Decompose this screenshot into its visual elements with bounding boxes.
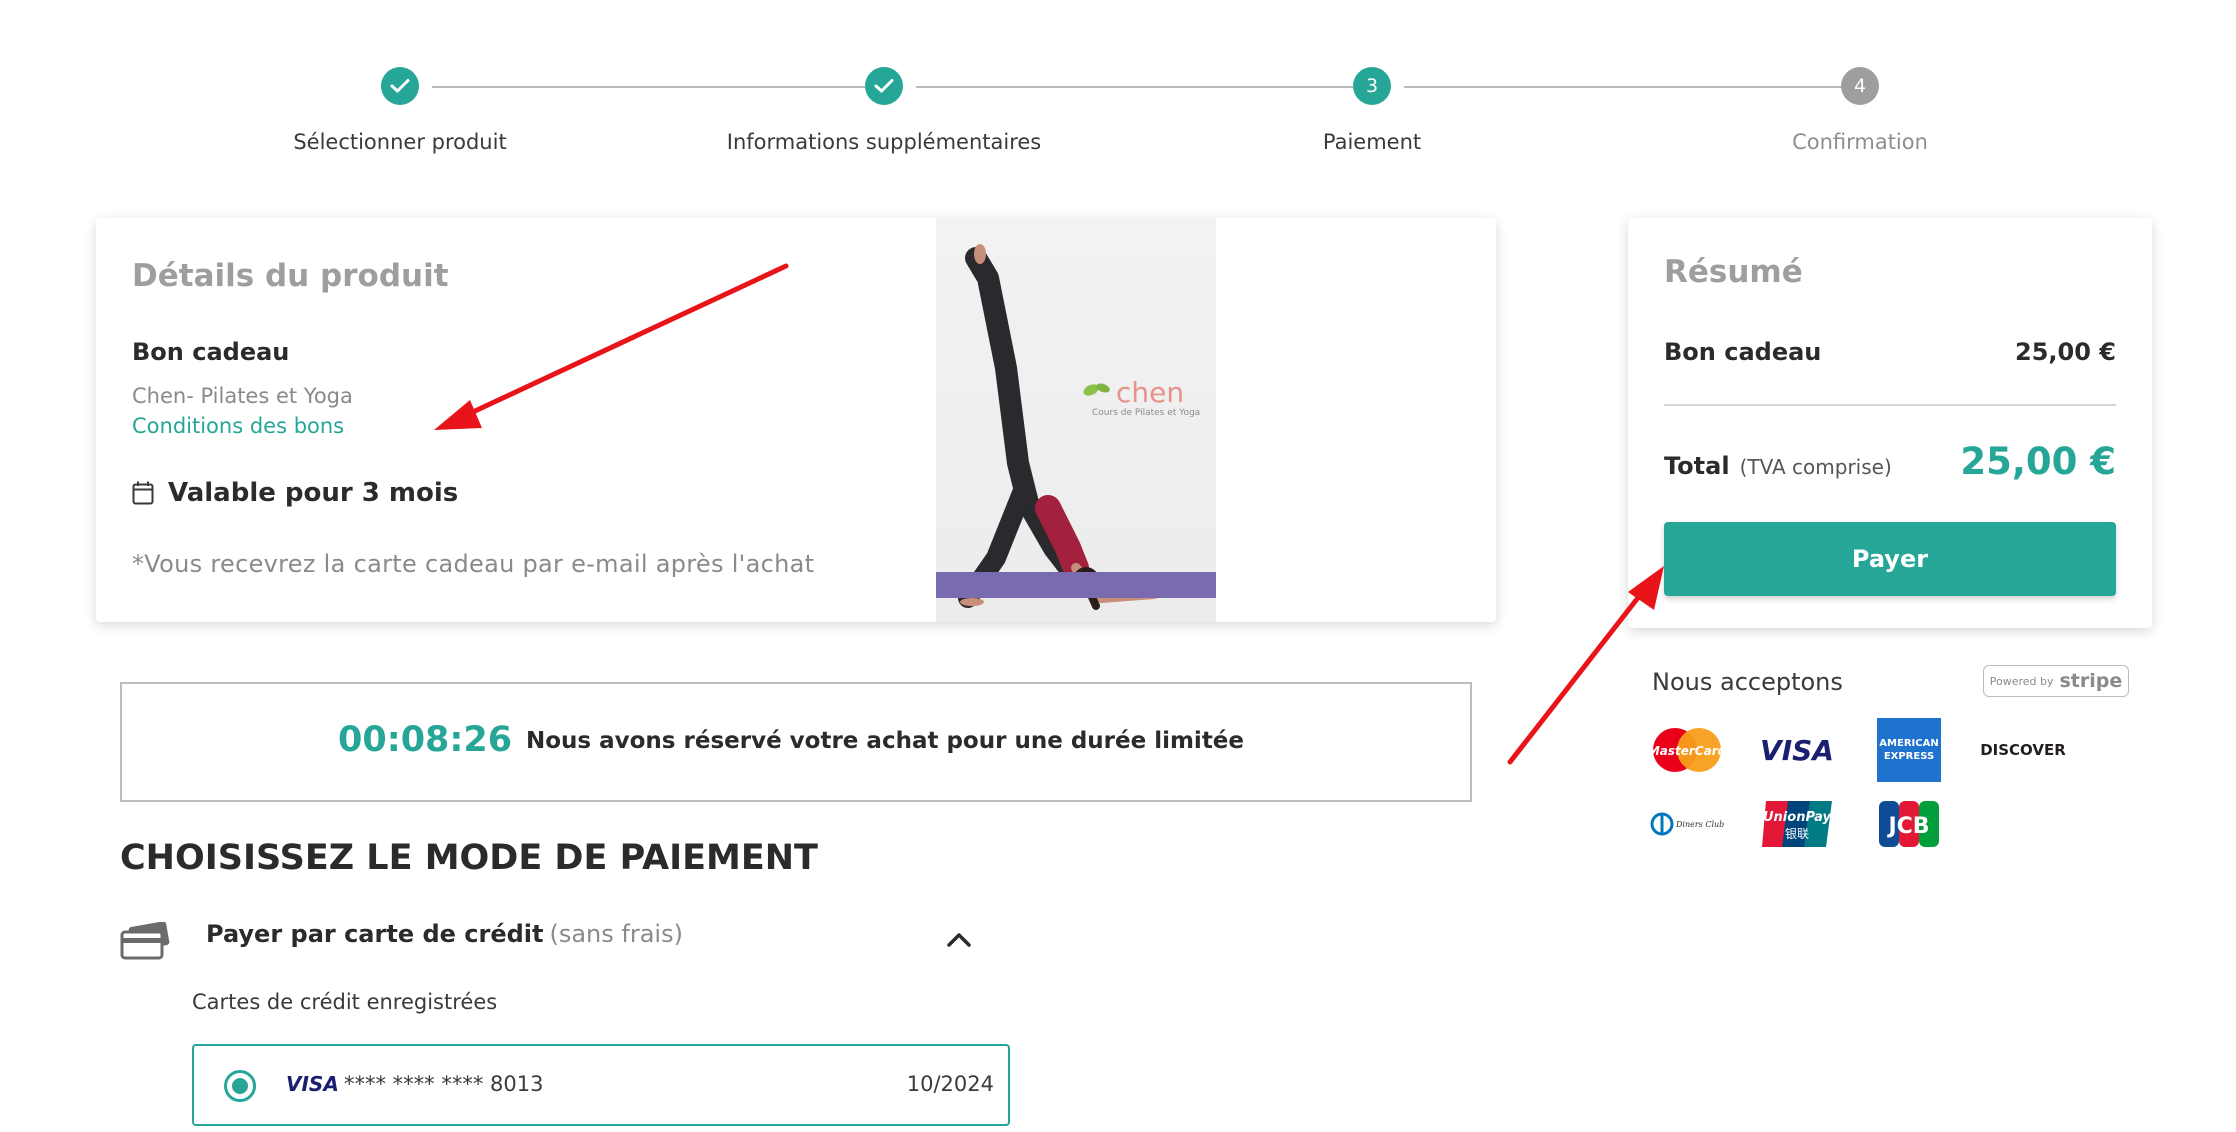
discover-logo-text: DISCOVER <box>1980 741 2066 759</box>
yoga-mat <box>936 572 1216 598</box>
jcb-logo-text: JCB <box>1886 814 1929 839</box>
step-connector <box>1404 86 1842 88</box>
product-details-title: Détails du produit <box>132 258 449 294</box>
product-details-card: Détails du produit Bon cadeau Chen- Pila… <box>96 218 1496 622</box>
validity-text: Valable pour 3 mois <box>168 478 459 508</box>
summary-card: Résumé Bon cadeau 25,00 € Total (TVA comp… <box>1628 218 2152 628</box>
saved-card-brand: VISA <box>286 1072 339 1096</box>
amex-logo-text-top: AMERICAN <box>1879 738 1938 749</box>
saved-cards-label: Cartes de crédit enregistrées <box>192 990 498 1014</box>
step-3-label: Paiement <box>1322 130 1422 154</box>
credit-card-method-label: Payer par carte de crédit (sans frais) <box>206 920 683 948</box>
step-2-label: Informations supplémentaires <box>726 130 1042 154</box>
summary-item-price: 25,00 € <box>2015 338 2116 366</box>
saved-card-number: **** **** **** 8013 <box>344 1072 544 1096</box>
amex-logo-text-bottom: EXPRESS <box>1884 751 1934 762</box>
step-1-label: Sélectionner produit <box>293 130 507 154</box>
validity-row: Valable pour 3 mois <box>132 478 458 508</box>
product-note: *Vous recevrez la carte cadeau par e-mai… <box>132 550 815 578</box>
step-4-label: Confirmation <box>1792 130 1928 154</box>
summary-item-name: Bon cadeau <box>1664 338 1822 366</box>
unionpay-logo-text: UnionPay <box>1763 810 1832 825</box>
tax-note: (TVA comprise) <box>1739 455 1892 479</box>
summary-divider <box>1664 404 2116 406</box>
product-organization: Chen- Pilates et Yoga <box>132 384 353 408</box>
image-brand-subtitle: Cours de Pilates et Yoga <box>1092 408 1201 418</box>
step-2-check-icon <box>865 67 903 105</box>
step-3-number: 3 <box>1353 67 1391 105</box>
pay-button[interactable]: Payer <box>1664 522 2116 596</box>
product-image: chen Cours de Pilates et Yoga <box>936 218 1216 622</box>
saved-card-radio[interactable] <box>224 1070 256 1102</box>
discover-logo: DISCOVER <box>1978 718 2068 782</box>
method-name: Payer par carte de crédit <box>206 920 544 948</box>
countdown-timer: 00:08:26 <box>338 720 513 760</box>
mastercard-logo-text: MasterCard <box>1650 744 1724 758</box>
step-connector <box>432 86 870 88</box>
total-amount: 25,00 € <box>1960 440 2116 483</box>
product-name: Bon cadeau <box>132 338 290 366</box>
saved-card-option[interactable]: VISA **** **** **** 8013 10/2024 <box>192 1044 1010 1126</box>
checkout-stepper: 3 4 Sélectionner produit Informations su… <box>0 0 2236 180</box>
stripe-logo-text: stripe <box>2059 670 2123 692</box>
accepted-cards-label: Nous acceptons <box>1652 668 1843 696</box>
visa-logo: VISA <box>1760 718 1834 782</box>
credit-card-icon <box>120 922 170 960</box>
step-connector <box>916 86 1354 88</box>
jcb-logo: JCB <box>1872 792 1946 856</box>
summary-item-row: Bon cadeau 25,00 € <box>1664 338 2116 366</box>
visa-logo-text: VISA <box>1760 733 1834 767</box>
payment-method-heading: CHOISISSEZ LE MODE DE PAIEMENT <box>120 838 818 878</box>
powered-by-stripe-badge[interactable]: Powered by stripe <box>1983 665 2129 697</box>
yoga-figure-illustration <box>958 244 1159 610</box>
reservation-timer-box: 00:08:26 Nous avons réservé votre achat … <box>120 682 1472 802</box>
diners-logo-text: Diners Club International <box>1675 820 1724 829</box>
method-fee: (sans frais) <box>549 920 683 948</box>
brand-leaf-icon <box>1083 383 1110 396</box>
credit-card-method-toggle[interactable]: Payer par carte de crédit (sans frais) <box>120 916 980 976</box>
summary-total-row: Total (TVA comprise) 25,00 € <box>1664 440 2116 483</box>
step-4-number: 4 <box>1841 67 1879 105</box>
image-brand-text: chen <box>1116 376 1185 409</box>
chevron-up-icon[interactable] <box>946 930 972 948</box>
summary-title: Résumé <box>1664 254 1803 290</box>
diners-club-logo: Diners Club International <box>1650 792 1724 856</box>
conditions-link[interactable]: Conditions des bons <box>132 414 344 438</box>
amex-logo: AMERICAN EXPRESS <box>1872 718 1946 782</box>
powered-by-text: Powered by <box>1989 674 2054 688</box>
step-1-check-icon <box>381 67 419 105</box>
saved-card-expiry: 10/2024 <box>906 1072 994 1096</box>
timer-message: Nous avons réservé votre achat pour une … <box>526 728 1245 754</box>
unionpay-logo: UnionPay 银联 <box>1760 792 1834 856</box>
total-label: Total <box>1664 452 1730 480</box>
calendar-icon <box>132 481 154 505</box>
unionpay-logo-text-cn: 银联 <box>1785 827 1809 841</box>
mastercard-logo: MasterCard <box>1650 718 1724 782</box>
